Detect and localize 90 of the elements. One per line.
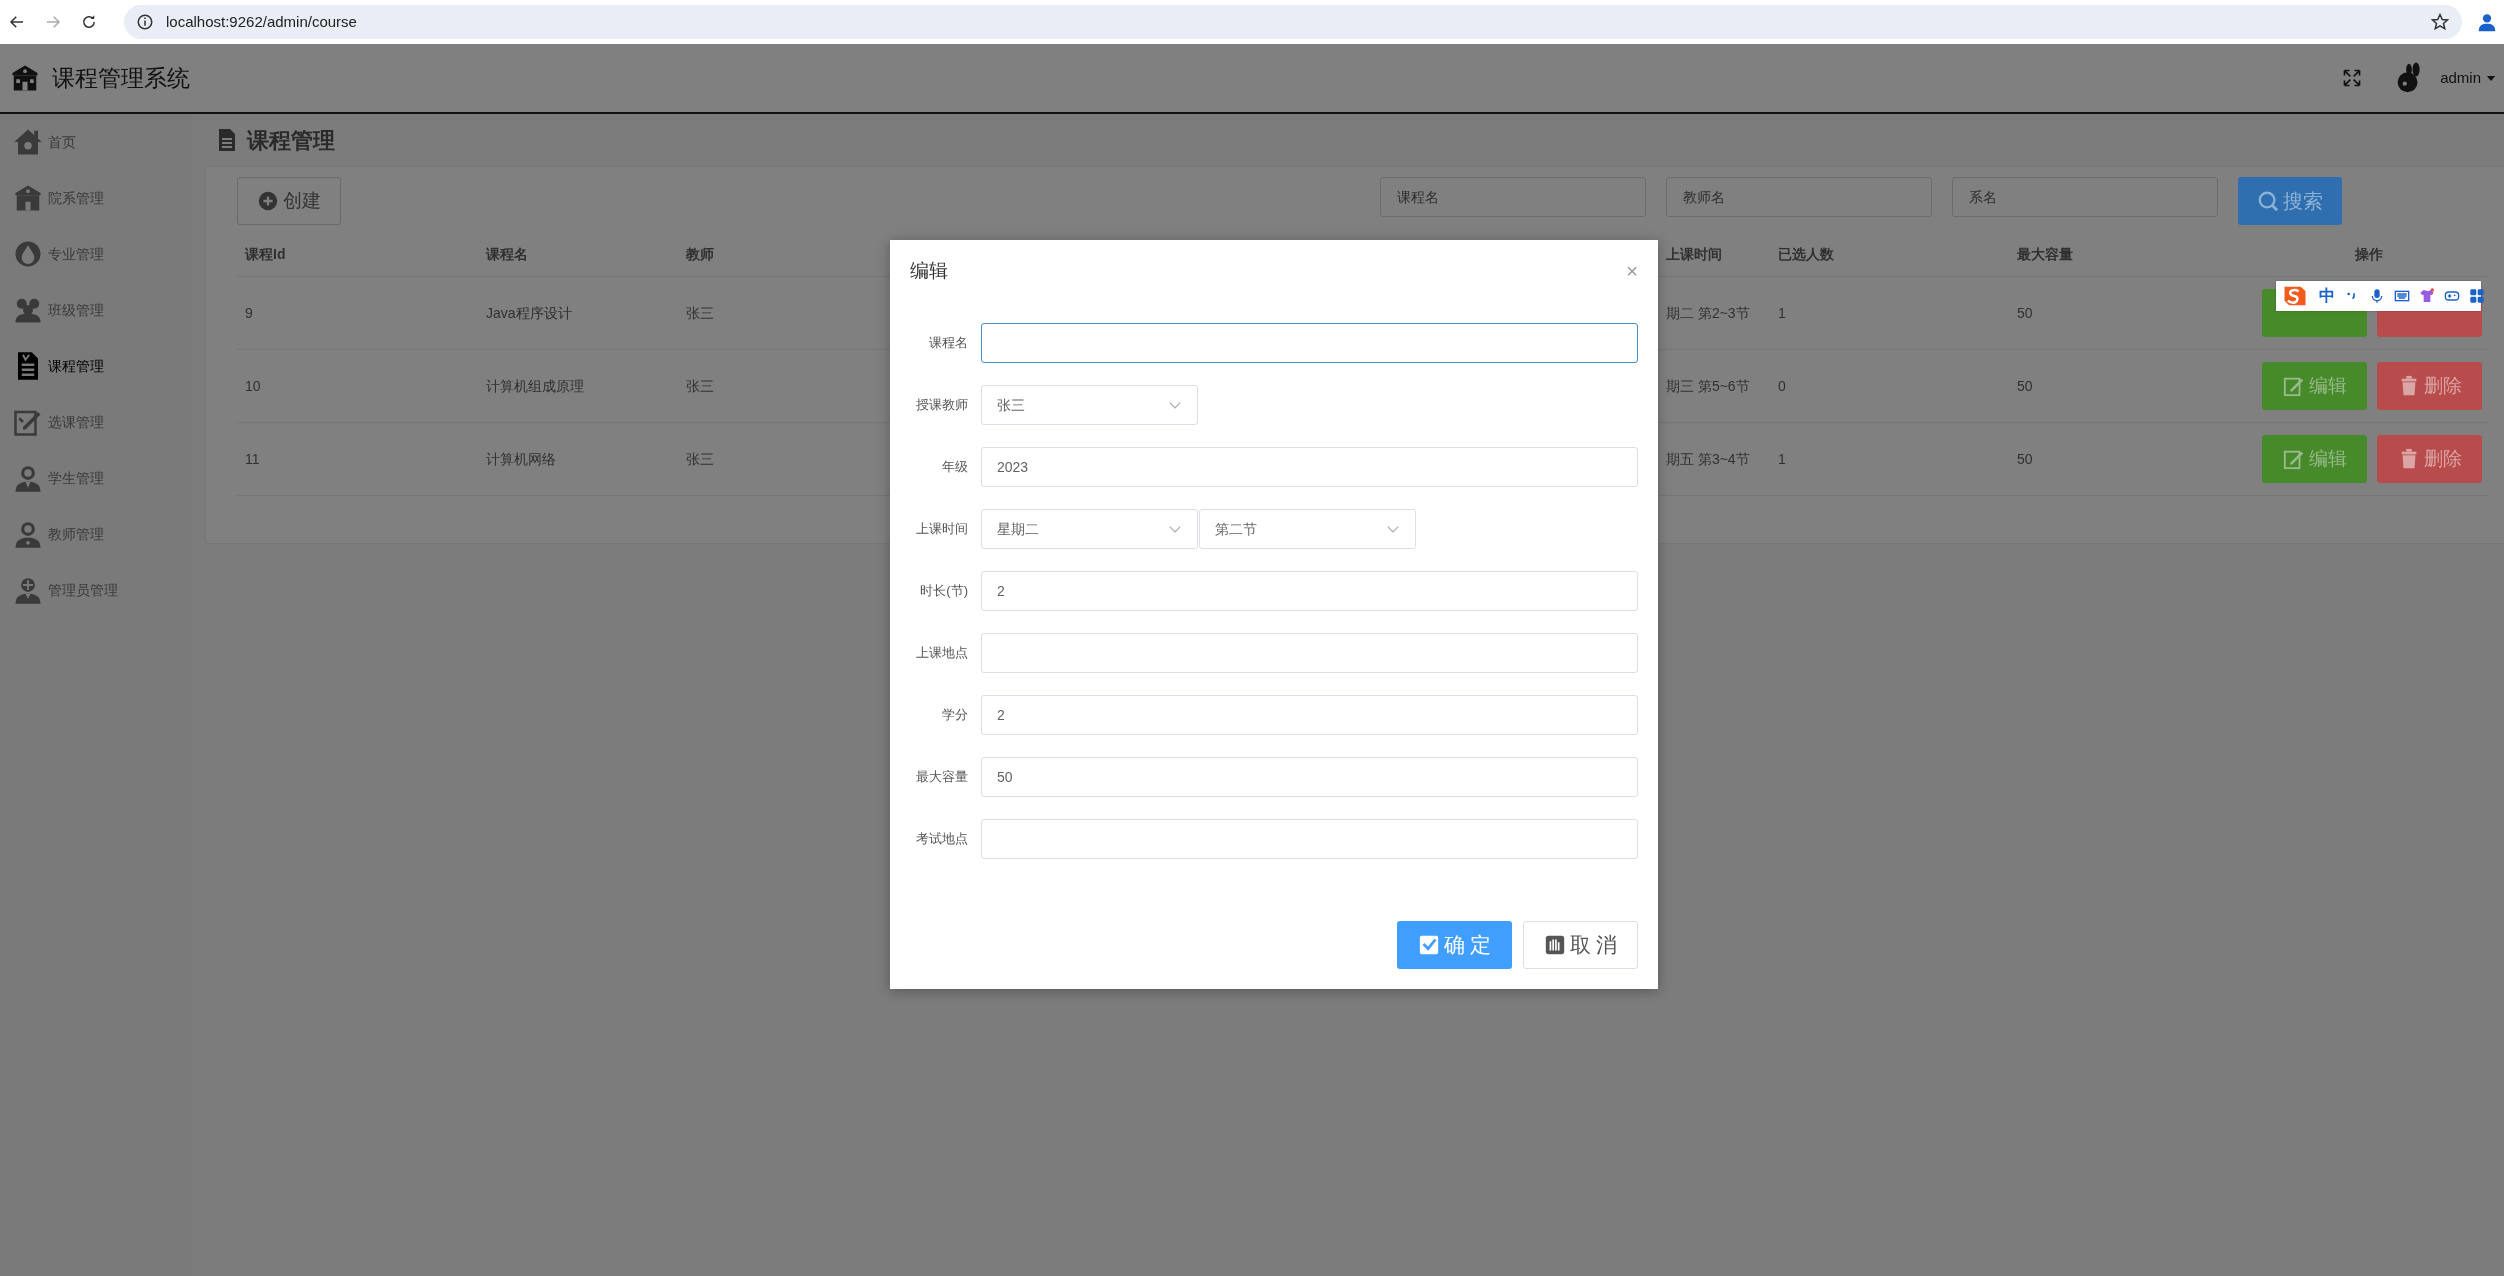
- table-cell-text: 计算机组成原理: [485, 376, 585, 396]
- edit-icon: [2282, 375, 2305, 397]
- column-header: 最大容量: [2016, 245, 2074, 264]
- field-label: 年级: [941, 458, 968, 477]
- user-menu[interactable]: admin: [2440, 66, 2481, 90]
- url-text: localhost:9262/admin/course: [166, 11, 357, 32]
- sidebar-item[interactable]: 选课管理: [0, 394, 193, 450]
- table-cell-text: 1: [1777, 303, 1787, 323]
- create-button[interactable]: 创建: [237, 177, 341, 225]
- field-label: 授课教师: [915, 396, 968, 415]
- table-cell-text: 期三 第5~6节: [1665, 376, 1751, 396]
- gamepad-icon[interactable]: [2444, 288, 2460, 304]
- sidebar-item[interactable]: 管理员管理: [0, 562, 193, 618]
- select-field[interactable]: 星期二: [981, 509, 1198, 549]
- check-icon: [1417, 934, 1440, 956]
- input-field[interactable]: 2023: [981, 447, 1638, 487]
- caret-down-icon: [2486, 73, 2496, 83]
- sidebar-item[interactable]: 首页: [0, 114, 193, 170]
- field-label: 课程名: [928, 334, 968, 353]
- column-header: 教师: [685, 245, 715, 264]
- field-label: 上课时间: [915, 520, 968, 539]
- search-field[interactable]: 课程名: [1380, 177, 1646, 217]
- column-header: 课程Id: [243, 245, 287, 264]
- input-method-menu[interactable]: 中: [2276, 281, 2481, 311]
- microphone-icon[interactable]: [2369, 288, 2385, 304]
- table-cell-text: 50: [2016, 303, 2034, 323]
- edit-button[interactable]: 编辑: [2262, 362, 2367, 410]
- input-field[interactable]: 2: [981, 571, 1638, 611]
- address-bar[interactable]: localhost:9262/admin/course: [124, 5, 2462, 39]
- select-field[interactable]: 第二节: [1199, 509, 1416, 549]
- field-label: 时长(节): [919, 582, 968, 601]
- table-cell-text: 张三: [685, 303, 715, 323]
- search-field[interactable]: 系名: [1952, 177, 2218, 217]
- dialog-title: 编辑: [910, 258, 948, 283]
- select-field[interactable]: 张三: [981, 385, 1198, 425]
- field-label: 学分: [941, 706, 968, 725]
- profile-icon[interactable]: [2476, 11, 2498, 33]
- sidebar-item[interactable]: 院系管理: [0, 170, 193, 226]
- field-label: 上课地点: [915, 644, 968, 663]
- back-icon: [8, 13, 26, 31]
- keyboard-icon[interactable]: [2394, 288, 2410, 304]
- plus-circle-icon: [257, 190, 279, 212]
- cancel-button[interactable]: 取 消: [1523, 921, 1638, 969]
- sidebar-item[interactable]: 专业管理: [0, 226, 193, 282]
- edit-icon: [2282, 448, 2305, 470]
- forward-icon: [44, 13, 62, 31]
- confirm-button[interactable]: 确 定: [1397, 921, 1512, 969]
- sidebar-item[interactable]: 课程管理: [0, 338, 193, 394]
- field-label: 考试地点: [915, 830, 968, 849]
- table-cell-text: 11: [244, 449, 261, 469]
- home-icon: [12, 127, 44, 157]
- input-field[interactable]: 50: [981, 757, 1638, 797]
- column-header: 课程名: [484, 245, 529, 264]
- sidebar-item[interactable]: 教师管理: [0, 506, 193, 562]
- table-cell-text: 50: [2016, 449, 2034, 469]
- bookmark-star-icon[interactable]: [2430, 12, 2450, 32]
- search-icon: [2257, 190, 2279, 212]
- table-cell-text: Java程序设计: [485, 303, 573, 323]
- close-button[interactable]: ×: [1626, 261, 1638, 281]
- ime-mode-label: 中: [2319, 286, 2335, 306]
- table-cell-text: 1: [1777, 449, 1787, 469]
- grid-icon[interactable]: [2469, 288, 2485, 304]
- table-cell-text: 张三: [685, 376, 715, 396]
- table-cell-text: 张三: [685, 449, 715, 469]
- delete-button[interactable]: 删除: [2377, 362, 2482, 410]
- table-cell-text: 期二 第2~3节: [1665, 303, 1751, 323]
- table-cell-text: 0: [1777, 376, 1787, 396]
- input-field[interactable]: [981, 323, 1638, 363]
- edit-button[interactable]: 编辑: [2262, 435, 2367, 483]
- table-cell-text: 计算机网络: [485, 449, 557, 469]
- info-icon: [136, 13, 154, 31]
- sidebar-item[interactable]: 班级管理: [0, 282, 193, 338]
- table-cell-text: 50: [2016, 376, 2034, 396]
- delete-button[interactable]: 删除: [2377, 435, 2482, 483]
- table-cell-text: 期五 第3~4节: [1665, 449, 1751, 469]
- sidebar-item[interactable]: 学生管理: [0, 450, 193, 506]
- shirt-icon[interactable]: [2419, 288, 2435, 304]
- table-cell-text: 9: [244, 303, 254, 323]
- column-header: 已选人数: [1777, 245, 1835, 264]
- table-cell-text: 10: [244, 376, 262, 396]
- input-field[interactable]: 2: [981, 695, 1638, 735]
- column-header: 上课时间: [1665, 245, 1723, 264]
- search-button[interactable]: 搜索: [2238, 177, 2342, 225]
- field-label: 最大容量: [915, 768, 968, 787]
- reload-icon: [80, 13, 98, 31]
- app-title: 课程管理系统: [52, 63, 190, 93]
- page-title: 课程管理: [247, 126, 335, 155]
- column-header: 操作: [2354, 245, 2384, 264]
- fullscreen-icon[interactable]: [2342, 68, 2363, 88]
- search-field[interactable]: 教师名: [1666, 177, 1932, 217]
